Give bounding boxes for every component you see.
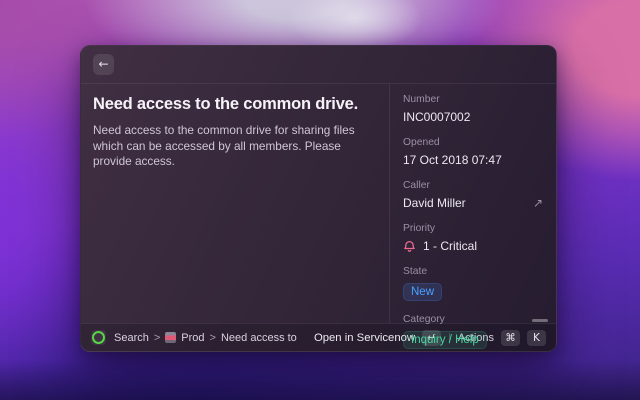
field-label: Opened bbox=[403, 137, 543, 148]
field-number: Number INC0007002 bbox=[403, 94, 543, 124]
field-value: INC0007002 bbox=[403, 110, 543, 124]
window-header: ← bbox=[81, 46, 556, 84]
field-opened: Opened 17 Oct 2018 07:47 bbox=[403, 137, 543, 167]
launcher-detail-window: ← Need access to the common drive. Need … bbox=[80, 45, 557, 352]
breadcrumb-search: Search bbox=[114, 332, 149, 344]
breadcrumb-separator: > bbox=[154, 332, 160, 344]
caller-name: David Miller bbox=[403, 196, 466, 210]
field-label: Priority bbox=[403, 223, 543, 234]
category-badge: Inquiry / Help bbox=[403, 331, 487, 349]
open-in-servicenow-button[interactable]: Open in Servicenow bbox=[314, 332, 415, 344]
field-value: 17 Oct 2018 07:47 bbox=[403, 153, 543, 167]
breadcrumb: Search > Prod > Need access to the commo… bbox=[114, 332, 298, 344]
field-priority: Priority 1 - Critical bbox=[403, 223, 543, 253]
instance-icon bbox=[165, 332, 176, 343]
desktop-wallpaper: ← Need access to the common drive. Need … bbox=[0, 0, 640, 400]
field-label: Number bbox=[403, 94, 543, 105]
field-label: State bbox=[403, 266, 543, 277]
servicenow-logo-icon bbox=[91, 330, 106, 345]
scrollbar-thumb[interactable] bbox=[532, 319, 548, 322]
metadata-panel: Number INC0007002 Opened 17 Oct 2018 07:… bbox=[389, 84, 556, 323]
incident-main: Need access to the common drive. Need ac… bbox=[81, 84, 389, 323]
back-button[interactable]: ← bbox=[93, 54, 114, 75]
incident-description: Need access to the common drive for shar… bbox=[93, 123, 373, 170]
breadcrumb-instance: Prod bbox=[181, 332, 204, 344]
breadcrumb-page: Need access to the common drive. bbox=[221, 332, 298, 344]
open-external-icon[interactable]: ↗ bbox=[533, 196, 543, 210]
field-caller: Caller David Miller ↗ bbox=[403, 180, 543, 210]
field-label: Category bbox=[403, 314, 543, 325]
state-badge: New bbox=[403, 283, 442, 301]
incident-title: Need access to the common drive. bbox=[93, 95, 373, 114]
priority-bell-icon bbox=[403, 240, 416, 253]
content-area: Need access to the common drive. Need ac… bbox=[81, 84, 556, 323]
priority-value: 1 - Critical bbox=[423, 239, 477, 253]
field-label: Caller bbox=[403, 180, 543, 191]
breadcrumb-separator: > bbox=[210, 332, 216, 344]
field-state: State New bbox=[403, 266, 543, 301]
field-category: Category Inquiry / Help bbox=[403, 314, 543, 349]
